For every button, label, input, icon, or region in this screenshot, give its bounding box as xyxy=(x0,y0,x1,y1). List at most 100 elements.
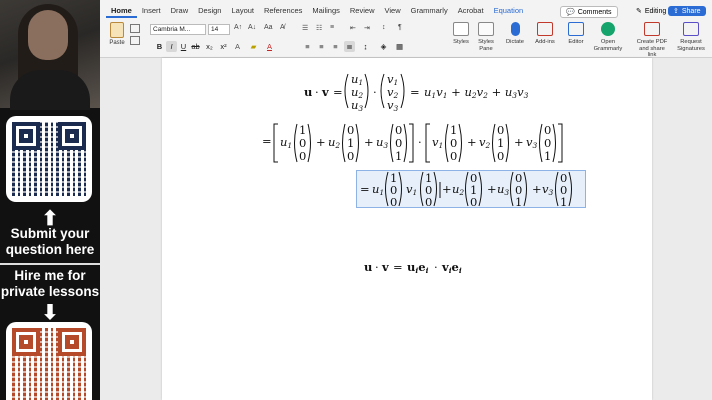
paste-button[interactable]: Paste xyxy=(106,22,128,46)
request-signatures-button[interactable]: Request Signatures xyxy=(674,22,708,52)
comment-icon: 💬 xyxy=(566,9,575,16)
clear-format-icon[interactable]: A̸ xyxy=(280,24,285,31)
svg-text:0: 0 xyxy=(299,149,306,163)
decrease-indent-icon[interactable]: ⇤ xyxy=(350,24,356,32)
editor-button[interactable]: Editor xyxy=(564,22,588,46)
font-size-select[interactable]: 14 xyxy=(208,24,230,35)
share-button[interactable]: ⇪ Share xyxy=(668,6,706,16)
tab-mailings[interactable]: Mailings xyxy=(307,5,345,18)
font-color-button[interactable]: A xyxy=(264,41,275,52)
clipboard-icon xyxy=(110,22,124,38)
svg-text:0: 0 xyxy=(497,123,504,137)
svg-text:1: 1 xyxy=(544,149,551,163)
tab-design[interactable]: Design xyxy=(193,5,226,18)
svg-text:+: + xyxy=(316,135,326,149)
ribbon-tabs: Home Insert Draw Design Layout Reference… xyxy=(106,5,528,18)
svg-text:0: 0 xyxy=(544,136,551,150)
equation-4[interactable]: u · v = uiei · viei xyxy=(364,260,462,275)
equation-3[interactable]: = u1 100 v1 100 + u2 010 + u3 001 + v3 0… xyxy=(360,171,572,209)
svg-text:u1: u1 xyxy=(372,182,384,197)
svg-text:u3: u3 xyxy=(497,182,509,197)
dictate-button[interactable]: Dictate xyxy=(502,22,528,46)
svg-text:0: 0 xyxy=(395,123,402,137)
tab-references[interactable]: References xyxy=(259,5,307,18)
justify-button[interactable]: ≣ xyxy=(344,41,355,52)
hire-me-text: Hire me for private lessons xyxy=(0,268,100,299)
align-center-button[interactable]: ≡ xyxy=(316,41,327,52)
svg-text:=: = xyxy=(393,260,403,274)
tab-equation[interactable]: Equation xyxy=(489,5,529,18)
superscript-button[interactable]: x² xyxy=(218,41,229,52)
qr-code-questions[interactable] xyxy=(6,116,92,202)
sort-icon[interactable]: ↕ xyxy=(382,24,386,31)
qr-code-lessons[interactable] xyxy=(6,322,92,400)
equation-2[interactable]: = u1 100 + u2 010 + u3 001 · v1 100 + v2… xyxy=(262,123,563,163)
svg-text:1: 1 xyxy=(560,195,567,209)
increase-indent-icon[interactable]: ⇥ xyxy=(364,24,370,32)
svg-text:+: + xyxy=(514,135,524,149)
tab-review[interactable]: Review xyxy=(345,5,380,18)
svg-text:uiei: uiei xyxy=(407,260,429,275)
tab-grammarly[interactable]: Grammarly xyxy=(406,5,453,18)
equations-layer: u · v = u1 u2 u3 · v1 v2 v3 = u1v1 + u2v… xyxy=(262,72,572,275)
addins-icon xyxy=(537,22,553,36)
shading-button[interactable]: ◈ xyxy=(378,41,389,52)
svg-text:=: = xyxy=(360,182,370,196)
create-pdf-button[interactable]: Create PDF and share link xyxy=(634,22,670,59)
tab-acrobat[interactable]: Acrobat xyxy=(453,5,489,18)
italic-button[interactable]: I xyxy=(166,41,177,52)
styles-icon xyxy=(453,22,469,36)
shrink-font-icon[interactable]: A↓ xyxy=(248,24,256,31)
tab-draw[interactable]: Draw xyxy=(166,5,194,18)
svg-text:·: · xyxy=(434,260,438,274)
svg-text:viei: viei xyxy=(441,260,462,275)
bullets-icon[interactable]: ☰ xyxy=(302,24,308,32)
paragraph-marks-icon[interactable]: ¶ xyxy=(398,24,402,31)
open-grammarly-button[interactable]: Open Grammarly xyxy=(592,22,624,52)
text-effects-button[interactable]: A xyxy=(232,41,243,52)
align-left-button[interactable]: ≡ xyxy=(302,41,313,52)
grammarly-icon xyxy=(601,22,615,36)
font-name-select[interactable]: Cambria M... xyxy=(150,24,206,35)
addins-button[interactable]: Add-ins xyxy=(532,22,558,46)
promo-panel: ⬆ Submit your question here Hire me for … xyxy=(0,0,100,400)
underline-button[interactable]: U xyxy=(178,41,189,52)
subscript-button[interactable]: x₂ xyxy=(204,41,215,52)
copy-icon[interactable] xyxy=(130,36,140,45)
signature-icon xyxy=(683,22,699,36)
tab-home[interactable]: Home xyxy=(106,5,137,18)
svg-text:1: 1 xyxy=(515,195,522,209)
borders-button[interactable]: ▦ xyxy=(394,41,405,52)
svg-text:+: + xyxy=(364,135,374,149)
styles-pane-button[interactable]: Styles Pane xyxy=(474,22,498,52)
svg-text:v1: v1 xyxy=(406,182,417,197)
change-case-icon[interactable]: Aa xyxy=(264,24,273,31)
numbering-icon[interactable]: ☷ xyxy=(316,24,322,32)
line-spacing-button[interactable]: ↨ xyxy=(360,41,371,52)
svg-text:·: · xyxy=(373,85,377,99)
ribbon: Home Insert Draw Design Layout Reference… xyxy=(100,0,712,58)
svg-text:1: 1 xyxy=(347,136,354,150)
svg-text:u1: u1 xyxy=(280,135,292,150)
svg-text:0: 0 xyxy=(390,195,397,209)
document-page[interactable]: u · v = u1 u2 u3 · v1 v2 v3 = u1v1 + u2v… xyxy=(162,58,652,400)
svg-text:=: = xyxy=(333,85,343,99)
highlight-button[interactable]: ▰ xyxy=(248,41,259,52)
comments-button[interactable]: 💬 Comments xyxy=(560,6,618,18)
tab-insert[interactable]: Insert xyxy=(137,5,166,18)
multilevel-list-icon[interactable]: ≡ xyxy=(330,24,334,31)
tab-layout[interactable]: Layout xyxy=(226,5,259,18)
align-right-button[interactable]: ≡ xyxy=(330,41,341,52)
document-canvas[interactable]: u · v = u1 u2 u3 · v1 v2 v3 = u1v1 + u2v… xyxy=(100,58,712,400)
styles-button[interactable]: Styles xyxy=(450,22,472,46)
equation-1[interactable]: u · v = u1 u2 u3 · v1 v2 v3 = u1v1 + u2v… xyxy=(304,72,529,113)
tab-view[interactable]: View xyxy=(379,5,405,18)
webcam-feed xyxy=(0,0,100,110)
strikethrough-button[interactable]: ab xyxy=(190,41,201,52)
svg-text:1: 1 xyxy=(299,123,306,137)
svg-text:·: · xyxy=(418,135,422,149)
bold-button[interactable]: B xyxy=(154,41,165,52)
grow-font-icon[interactable]: A↑ xyxy=(234,24,242,31)
cut-icon[interactable] xyxy=(130,24,140,33)
svg-text:v1: v1 xyxy=(432,135,443,150)
